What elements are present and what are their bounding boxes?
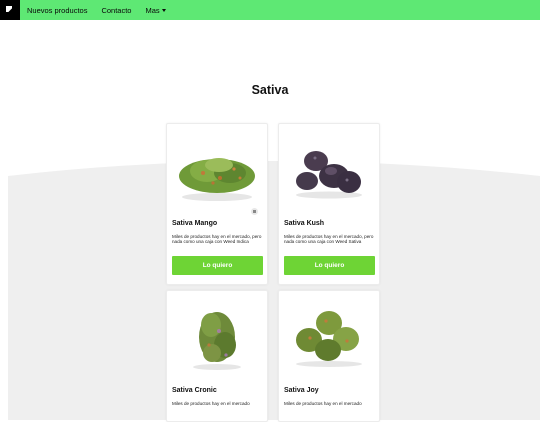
nav-dropdown-more[interactable]: Mas	[145, 5, 166, 15]
product-description: Miles de productos hay en el mercado	[172, 401, 250, 406]
product-image-joy	[296, 311, 362, 367]
want-it-button[interactable]: Lo quiero	[284, 256, 375, 275]
product-title: Sativa Cronic	[172, 387, 217, 394]
product-image-cronic	[193, 312, 241, 370]
background-curve	[8, 161, 540, 420]
caret-down-icon	[161, 8, 166, 12]
top-navbar: Nuevos productos Contacto Mas	[0, 0, 540, 20]
product-card-2: Sativa Kush Miles de productos hay en el…	[278, 123, 380, 285]
section-title: Sativa	[251, 83, 289, 97]
nav-more-label: Mas	[145, 5, 160, 15]
product-image-kush	[296, 151, 362, 199]
product-image-mango	[179, 158, 255, 201]
product-description: Miles de productos hay en el mercado, pe…	[172, 234, 262, 245]
logo-icon	[6, 6, 12, 12]
product-title: Sativa Mango	[172, 220, 218, 227]
product-description: Miles de productos hay en el mercado, pe…	[284, 234, 374, 245]
nav-link-contact[interactable]: Contacto	[101, 6, 131, 15]
product-description: Miles de productos hay en el mercado	[284, 401, 362, 406]
product-card-4: Sativa Joy Miles de productos hay en el …	[278, 290, 380, 422]
product-card-3: Sativa Cronic Miles de productos hay en …	[166, 290, 268, 422]
brand-logo[interactable]	[0, 0, 20, 20]
product-title: Sativa Kush	[284, 220, 325, 227]
product-card-1: Sativa Mango Miles de productos hay en e…	[166, 123, 268, 285]
product-title: Sativa Joy	[284, 387, 319, 394]
nav-link-new-products[interactable]: Nuevos productos	[27, 6, 87, 15]
image-badge-icon[interactable]	[251, 208, 258, 215]
want-it-button[interactable]: Lo quiero	[172, 256, 263, 275]
